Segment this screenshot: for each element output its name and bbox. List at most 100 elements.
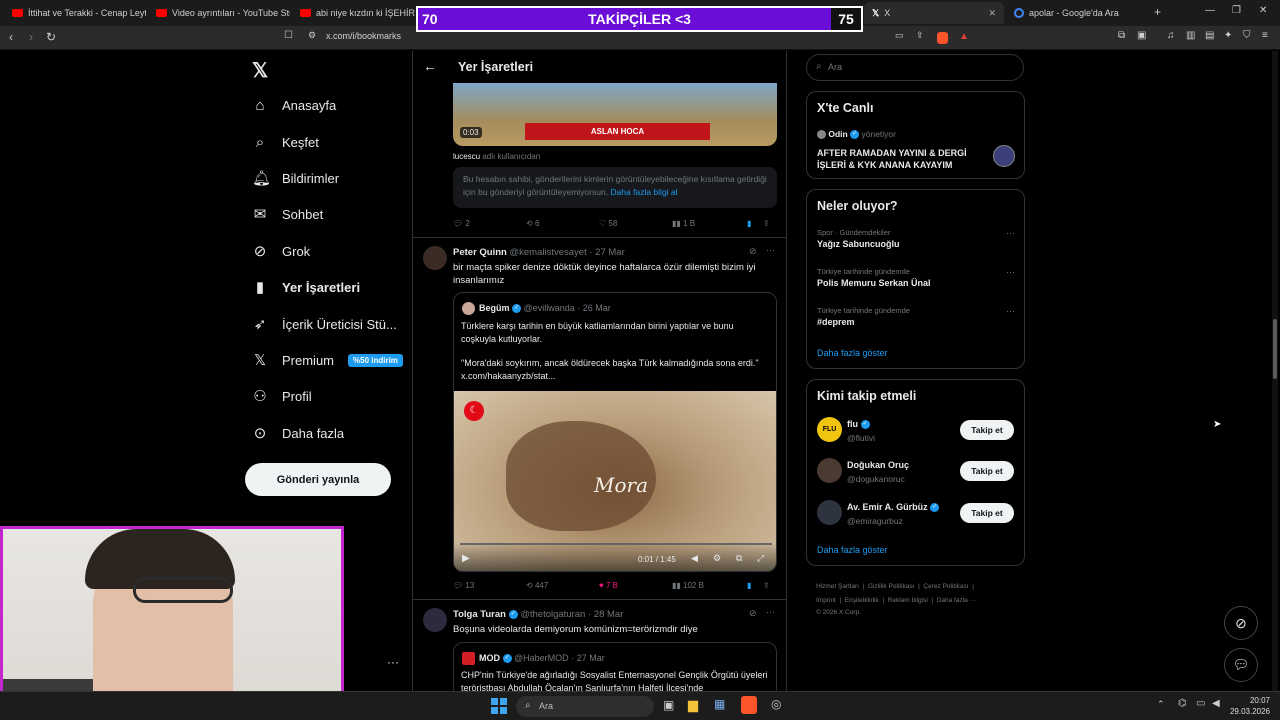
account-menu-icon[interactable]: ··· [387, 655, 399, 669]
views-button[interactable]: ▮▮ 102 B [672, 581, 747, 590]
store-icon[interactable]: ▦ [714, 697, 725, 711]
trend-item[interactable]: Spor · Gündemdekiler Yağız Sabuncuoğlu ·… [817, 228, 1015, 249]
post-button[interactable]: Gönderi yayınla [245, 463, 391, 496]
follow-button[interactable]: Takip et [960, 420, 1014, 440]
grok-icon[interactable]: ⊘ [749, 608, 757, 619]
learn-more-link[interactable]: Daha fazla bilgi al [610, 187, 677, 197]
leo-icon[interactable]: ✦ [1224, 30, 1232, 41]
trend-item[interactable]: Türkiye tarihinde gündemde #deprem ··· [817, 306, 1015, 327]
music-icon[interactable]: ♫ [1167, 30, 1175, 41]
more-icon[interactable]: ··· [766, 245, 775, 255]
quote-tweet[interactable]: Begüm ✓ @evillwanda · 26 Mar Türklere ka… [453, 292, 777, 572]
author-name[interactable]: Tolga Turan [453, 609, 506, 620]
footer-link[interactable]: Hizmet Şartları [816, 583, 859, 590]
retweet-button[interactable]: ⟲ 6 [526, 219, 599, 228]
back-icon[interactable]: ‹ [9, 30, 13, 44]
brave-rewards-icon[interactable]: ▲ [959, 31, 969, 42]
file-explorer-icon[interactable]: ▆ [688, 697, 698, 713]
follow-suggestion[interactable]: Av. Emir A. Gürbüz ✓ @emiragurbuz Takip … [807, 500, 1024, 528]
live-stream-title[interactable]: AFTER RAMADAN YAYINI & DERGİ İŞLERİ & KY… [817, 147, 977, 171]
avatar[interactable] [423, 608, 447, 632]
volume-icon[interactable]: ◀︎ [1212, 698, 1220, 709]
play-icon[interactable]: ▶ [462, 553, 470, 564]
menu-icon[interactable]: ≡ [1262, 30, 1268, 41]
footer-link[interactable]: Daha fazla ··· [937, 597, 976, 604]
footer-link[interactable]: Reklam bilgisi [888, 597, 928, 604]
search-input[interactable]: ⌕ Ara [806, 54, 1024, 81]
sidebar-item-grok[interactable]: ⊘ Grok [252, 240, 310, 262]
share-icon[interactable]: ⇪ [763, 581, 773, 590]
extensions-icon[interactable]: ⧉ [1118, 30, 1125, 41]
more-icon[interactable]: ··· [1006, 267, 1015, 277]
new-tab-icon[interactable]: + [1154, 5, 1161, 19]
avatar[interactable] [993, 145, 1015, 167]
network-icon[interactable]: ⌬ [1178, 698, 1187, 709]
sidebar-item-notifications[interactable]: 🔔︎ Bildirimler [252, 167, 339, 189]
sidebar-item-profile[interactable]: ⚇ Profil [252, 385, 311, 407]
mute-icon[interactable]: ◀︎ [691, 553, 698, 564]
host-name[interactable]: Odin [828, 129, 847, 139]
sidebar-item-home[interactable]: ⌂ Anasayfa [252, 94, 336, 116]
tray-chevron-icon[interactable]: ⌃ [1157, 699, 1165, 710]
sidebar-icon[interactable]: ▥ [1186, 30, 1195, 41]
screenshot-icon[interactable]: ▣ [1137, 30, 1146, 41]
footer-link[interactable]: Gizlilik Politikası [868, 583, 915, 590]
author-handle[interactable]: @kemalistvesayet [509, 247, 586, 258]
minimize-icon[interactable]: — [1205, 5, 1215, 16]
forward-icon[interactable]: › [29, 30, 33, 44]
like-button[interactable]: ♥ 7 B [599, 581, 672, 590]
settings-icon[interactable]: ⚙ [713, 553, 721, 564]
pip-icon[interactable]: ⧉ [736, 553, 742, 564]
monitor-icon[interactable]: ▭ [1196, 698, 1205, 709]
share-icon[interactable]: ⇪ [763, 219, 773, 228]
show-more-link[interactable]: Daha fazla göster [817, 348, 888, 358]
follow-button[interactable]: Takip et [960, 461, 1014, 481]
sidebar-item-chat[interactable]: ✉ Sohbet [252, 203, 324, 225]
scrollbar-thumb[interactable] [1273, 319, 1277, 379]
close-window-icon[interactable]: ✕ [1259, 5, 1267, 16]
bookmark-icon[interactable]: ▮ [747, 581, 763, 590]
footer-link[interactable]: Imprint [816, 597, 836, 604]
windows-start-icon[interactable] [491, 698, 507, 714]
follow-suggestion[interactable]: FLU flu ✓ @flutivi Takip et [807, 417, 1024, 445]
like-button[interactable]: ♡ 58 [599, 219, 672, 228]
reply-button[interactable]: 💬︎ 13 [453, 581, 526, 590]
vpn-icon[interactable]: ⛉ [1243, 30, 1251, 41]
wallet-icon[interactable]: ▤ [1205, 30, 1214, 41]
page-scrollbar[interactable] [1272, 51, 1278, 691]
back-arrow-icon[interactable]: ← [423, 58, 437, 74]
footer-link[interactable]: Çerez Politikası [923, 583, 968, 590]
retweet-button[interactable]: ⟲ 447 [526, 581, 599, 590]
quote-tweet[interactable]: MOD ✓ @HaberMOD · 27 Mar CHP'nin Türkiye… [453, 642, 777, 691]
task-view-icon[interactable]: ▣ [663, 698, 674, 712]
bookmark-page-icon[interactable]: ☐ [284, 30, 293, 41]
url-field[interactable]: x.com/i/bookmarks [326, 31, 401, 41]
tweet-date[interactable]: · 28 Mar [588, 609, 623, 620]
views-button[interactable]: ▮▮ 1 B [672, 219, 747, 228]
reload-icon[interactable]: ↻ [46, 30, 56, 44]
more-icon[interactable]: ··· [766, 607, 775, 617]
site-info-icon[interactable]: ⚙ [308, 30, 316, 41]
grok-icon[interactable]: ⊘ [749, 246, 757, 257]
show-more-link[interactable]: Daha fazla göster [817, 545, 888, 555]
sidebar-item-creator-studio[interactable]: ➶ İçerik Üreticisi Stü... [252, 313, 397, 335]
cast-icon[interactable]: ▭ [895, 30, 904, 41]
messages-float-icon[interactable]: 💬︎ [1224, 648, 1258, 682]
sidebar-item-bookmarks[interactable]: ▮ Yer İşaretleri [252, 276, 360, 298]
x-logo-icon[interactable]: 𝕏 [252, 58, 268, 83]
tab-youtube-studio[interactable]: Video ayrıntıları - YouTube Studio [148, 2, 290, 24]
tab-x[interactable]: 𝕏 X ✕ [864, 2, 1004, 24]
clock[interactable]: 20:07 29.03.2026 [1226, 695, 1270, 717]
follow-suggestion[interactable]: Doğukan Oruç @dogukanoruc Takip et [807, 458, 1024, 486]
trend-item[interactable]: Türkiye tarihinde gündemde Polis Memuru … [817, 267, 1015, 288]
grok-float-icon[interactable]: ⊘ [1224, 606, 1258, 640]
bookmark-icon[interactable]: ▮ [747, 219, 763, 228]
brave-shield-icon[interactable] [937, 32, 948, 44]
author-handle[interactable]: @thetolgaturan [520, 609, 585, 620]
author-name[interactable]: Peter Quinn [453, 247, 507, 258]
share-icon[interactable]: ⇪ [916, 30, 924, 41]
tweet1-video[interactable]: ASLAN HOCA 0:03 [453, 83, 777, 146]
more-icon[interactable]: ··· [1006, 306, 1015, 316]
tab-isehir[interactable]: abi niye kızdın ki İŞEHİR BULMACA [292, 2, 416, 24]
quote-video[interactable]: ☾ Mora ▶ 0:01 / 1:45 ◀︎ ⚙ ⧉ ⤢ [454, 391, 776, 571]
